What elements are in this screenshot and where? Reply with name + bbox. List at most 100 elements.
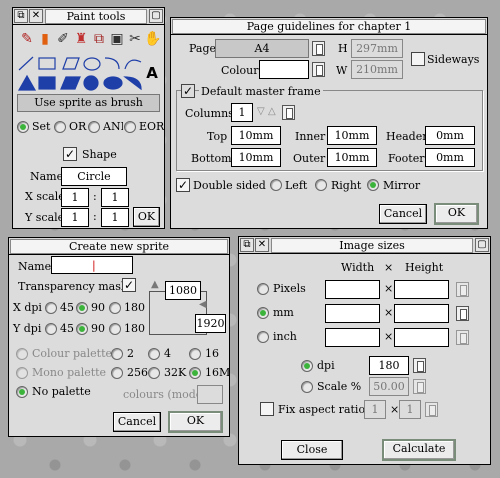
mirror-radio[interactable]: [367, 179, 379, 191]
page-size-field[interactable]: A4: [215, 39, 309, 58]
pencil-icon[interactable]: ✎: [17, 29, 37, 49]
height-arrow-left-icon[interactable]: ◀: [199, 299, 207, 310]
fix-aspect-checkbox[interactable]: [260, 402, 274, 416]
aspect-num-field[interactable]: 1: [364, 400, 386, 419]
colours-16m-radio[interactable]: [189, 367, 201, 379]
colours-16-radio[interactable]: [189, 348, 201, 360]
columns-down-icon[interactable]: ▽: [257, 106, 265, 117]
mm-width-field[interactable]: [325, 304, 380, 323]
dpi-menu-icon[interactable]: [413, 358, 426, 373]
ydpi-45-radio[interactable]: [45, 323, 57, 335]
image-sizes-calculate-button[interactable]: Calculate: [382, 439, 456, 461]
create-sprite-titlebar[interactable]: Create new sprite: [9, 238, 229, 255]
use-sprite-as-brush-button[interactable]: Use sprite as brush: [17, 94, 160, 112]
no-palette-radio[interactable]: [16, 386, 28, 398]
yscale-den-field[interactable]: 1: [101, 208, 129, 227]
mode-and-radio[interactable]: [88, 121, 100, 133]
inch-height-field[interactable]: [394, 328, 449, 347]
aspect-menu-icon[interactable]: [425, 402, 438, 417]
colours-32k-radio[interactable]: [148, 367, 160, 379]
left-radio[interactable]: [270, 179, 282, 191]
xscale-num-field[interactable]: 1: [61, 188, 89, 207]
dpi-field[interactable]: 180: [369, 356, 409, 375]
columns-up-icon[interactable]: △: [268, 106, 276, 117]
page-size-menu-icon[interactable]: [312, 41, 325, 56]
page-guidelines-titlebar[interactable]: Page guidelines for chapter 1: [171, 18, 487, 35]
colours-2-radio[interactable]: [111, 348, 123, 360]
scale-field[interactable]: 50.00: [369, 377, 409, 396]
close-icon[interactable]: ✕: [29, 9, 43, 23]
mm-radio[interactable]: [257, 307, 269, 319]
right-radio[interactable]: [315, 179, 327, 191]
bucket-fill-icon[interactable]: ▮: [35, 29, 55, 49]
mode-set-radio[interactable]: [17, 121, 29, 133]
bottom-margin-field[interactable]: 10mm: [231, 148, 281, 167]
spray-can-icon[interactable]: ♜: [71, 29, 91, 49]
text-tool-icon[interactable]: A: [143, 54, 161, 92]
double-sided-checkbox[interactable]: ✓: [176, 178, 190, 192]
pixels-width-field[interactable]: [325, 280, 380, 299]
shape-checkbox[interactable]: ✓: [63, 147, 77, 161]
page-guidelines-cancel-button[interactable]: Cancel: [379, 204, 427, 224]
aspect-den-field[interactable]: 1: [399, 400, 421, 419]
top-margin-field[interactable]: 10mm: [231, 126, 281, 145]
colour-swatch-field[interactable]: [259, 60, 309, 79]
ydpi-90-radio[interactable]: [76, 323, 88, 335]
transparency-mask-checkbox[interactable]: ✓: [122, 278, 136, 292]
xscale-den-field[interactable]: 1: [101, 188, 129, 207]
pixels-menu-icon[interactable]: [456, 282, 469, 297]
camera-icon[interactable]: ▣: [107, 29, 127, 49]
width-arrow-up-icon[interactable]: ▲: [151, 279, 159, 290]
scale-radio[interactable]: [301, 381, 313, 393]
toggle-size-icon[interactable]: ▢: [149, 9, 163, 23]
sprite-width-field[interactable]: 1080: [165, 281, 201, 300]
mm-height-field[interactable]: [394, 304, 449, 323]
sideways-checkbox[interactable]: [411, 52, 425, 66]
columns-menu-icon[interactable]: [282, 105, 295, 120]
mode-eor-radio[interactable]: [124, 121, 136, 133]
outer-margin-field[interactable]: 10mm: [327, 148, 377, 167]
back-icon[interactable]: ⧉: [14, 9, 28, 23]
mm-menu-icon[interactable]: [456, 306, 469, 321]
hand-icon[interactable]: ✋: [143, 29, 163, 49]
default-master-checkbox[interactable]: ✓: [181, 84, 195, 98]
sprite-name-input[interactable]: |: [51, 256, 133, 274]
shape-name-field[interactable]: Circle: [61, 167, 127, 186]
pixels-radio[interactable]: [257, 283, 269, 295]
paint-tools-ok-button[interactable]: OK: [133, 207, 160, 227]
colours-256-radio[interactable]: [111, 367, 123, 379]
colours-4-radio[interactable]: [148, 348, 160, 360]
xdpi-180-radio[interactable]: [109, 302, 121, 314]
scissors-icon[interactable]: ✂: [125, 29, 145, 49]
image-sizes-titlebar[interactable]: ⧉ ✕ Image sizes ▢: [239, 237, 490, 254]
copy-icon[interactable]: ⧉: [89, 29, 109, 49]
footer-margin-field[interactable]: 0mm: [425, 148, 475, 167]
dpi-radio[interactable]: [301, 360, 313, 372]
back-icon[interactable]: ⧉: [240, 238, 254, 252]
ydpi-180-radio[interactable]: [109, 323, 121, 335]
xdpi-90-radio[interactable]: [76, 302, 88, 314]
sprite-height-field[interactable]: 1920: [195, 314, 226, 333]
header-margin-field[interactable]: 0mm: [425, 126, 475, 145]
create-sprite-ok-button[interactable]: OK: [168, 411, 223, 433]
scale-menu-icon[interactable]: [413, 379, 426, 394]
close-icon[interactable]: ✕: [255, 238, 269, 252]
yscale-num-field[interactable]: 1: [61, 208, 89, 227]
mode-or-radio[interactable]: [54, 121, 66, 133]
inner-margin-field[interactable]: 10mm: [327, 126, 377, 145]
page-height-field[interactable]: 297mm: [351, 39, 403, 58]
toggle-size-icon[interactable]: ▢: [475, 238, 489, 252]
inch-width-field[interactable]: [325, 328, 380, 347]
image-sizes-close-button[interactable]: Close: [281, 440, 343, 460]
inch-radio[interactable]: [257, 331, 269, 343]
page-guidelines-ok-button[interactable]: OK: [434, 203, 479, 225]
mono-palette-radio[interactable]: [16, 367, 28, 379]
paint-tools-titlebar[interactable]: ⧉ ✕ Paint tools ▢: [13, 8, 164, 25]
colours-mode-field[interactable]: [197, 385, 223, 404]
pixels-height-field[interactable]: [394, 280, 449, 299]
brush-icon[interactable]: ✐: [53, 29, 73, 49]
colour-menu-icon[interactable]: [312, 62, 325, 77]
page-width-field[interactable]: 210mm: [351, 60, 403, 79]
columns-field[interactable]: 1: [231, 103, 253, 122]
inch-menu-icon[interactable]: [456, 330, 469, 345]
